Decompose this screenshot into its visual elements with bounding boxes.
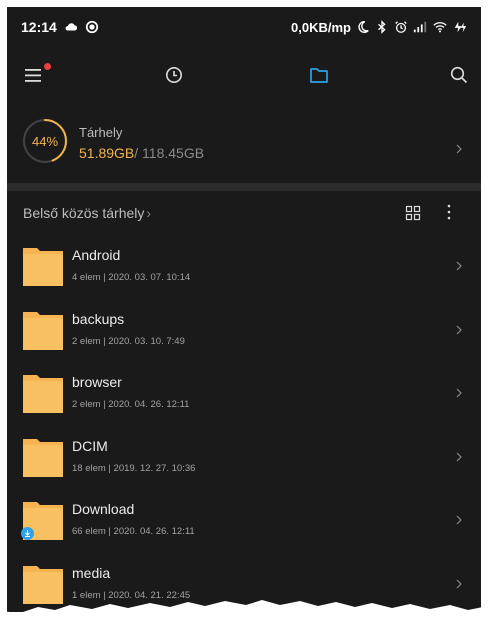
hamburger-menu-icon [25, 69, 41, 82]
folder-meta: 2 elem | 2020. 04. 26. 12:11 [72, 399, 190, 410]
list-item[interactable]: backups 2 elem | 2020. 03. 10. 7:49 [7, 302, 481, 366]
cloud-icon [65, 23, 77, 31]
charging-icon [454, 21, 467, 33]
folder-icon [23, 248, 63, 286]
folder-meta: 2 elem | 2020. 03. 10. 7:49 [72, 335, 185, 347]
wifi-icon [433, 22, 447, 33]
folder-icon [23, 311, 63, 350]
grid-view-icon[interactable] [405, 205, 421, 221]
list-item[interactable]: DCIM 18 elem | 2019. 12. 27. 10:36 [7, 429, 481, 493]
bluetooth-icon [378, 20, 386, 34]
storage-title: Tárhely [79, 125, 123, 140]
storage-total: / 118.45GB [134, 145, 205, 161]
menu-button[interactable] [21, 61, 51, 89]
chevron-right-icon [456, 579, 462, 588]
breadcrumb-chevron: › [146, 205, 152, 221]
torn-edge-decoration [0, 600, 488, 619]
chevron-right-icon [456, 144, 462, 154]
chevron-right-icon [456, 388, 462, 398]
chevron-right-icon [456, 515, 462, 525]
tab-files[interactable] [305, 61, 333, 89]
storage-percent: 44% [31, 133, 59, 149]
chevron-right-icon [456, 261, 462, 271]
section-divider [7, 183, 481, 191]
storage-card[interactable]: 44% Tárhely 51.89GB/ 118.45GB [7, 115, 481, 183]
folder-meta: 66 elem | 2020. 04. 26. 12:11 [72, 526, 195, 537]
folder-name: browser [72, 374, 122, 390]
chevron-right-icon [456, 452, 462, 461]
list-item[interactable]: Download 66 elem | 2020. 04. 26. 12:11 [7, 492, 481, 556]
folder-name: Download [72, 501, 135, 517]
download-badge-icon [21, 527, 34, 540]
status-time: 12:14 [21, 19, 57, 35]
signal-icon [413, 21, 427, 33]
folder-name: backups [72, 310, 125, 327]
clock-icon [166, 67, 182, 83]
alarm-icon [395, 21, 407, 33]
folder-name: Android [72, 247, 121, 263]
app-bar [7, 53, 481, 97]
tab-recent[interactable] [160, 61, 188, 89]
more-vertical-icon[interactable] [441, 203, 457, 221]
breadcrumb-label: Belső közös tárhely [23, 205, 145, 221]
phone-screen: 12:14 0,0KB/mp 44% Tárhely 51.89GB/ 118.… [7, 7, 481, 612]
notification-dot [44, 63, 51, 70]
search-icon [450, 66, 468, 84]
search-button[interactable] [445, 61, 473, 89]
section-header: Belső közös tárhely › [7, 197, 481, 231]
moon-icon [358, 21, 369, 33]
list-item[interactable]: Android 4 elem | 2020. 03. 07. 10:14 [7, 238, 481, 302]
network-speed: 0,0KB/mp [291, 19, 351, 35]
folder-icon [23, 438, 63, 477]
folder-name: media [72, 564, 111, 581]
breadcrumb[interactable]: Belső közös tárhely › [23, 205, 151, 221]
folder-meta: 4 elem | 2020. 03. 07. 10:14 [72, 272, 191, 283]
record-icon [85, 20, 98, 34]
folder-meta: 18 elem | 2019. 12. 27. 10:36 [72, 462, 196, 474]
list-item[interactable]: browser 2 elem | 2020. 04. 26. 12:11 [7, 365, 481, 429]
storage-values: 51.89GB/ 118.45GB [79, 145, 204, 161]
storage-used: 51.89GB [79, 145, 135, 161]
folder-icon [310, 68, 328, 83]
chevron-right-icon [456, 325, 462, 334]
folder-name: DCIM [72, 437, 108, 454]
folder-list: Android 4 elem | 2020. 03. 07. 10:14 bac… [7, 238, 481, 612]
status-bar: 12:14 0,0KB/mp [7, 7, 481, 47]
folder-icon [23, 375, 63, 413]
